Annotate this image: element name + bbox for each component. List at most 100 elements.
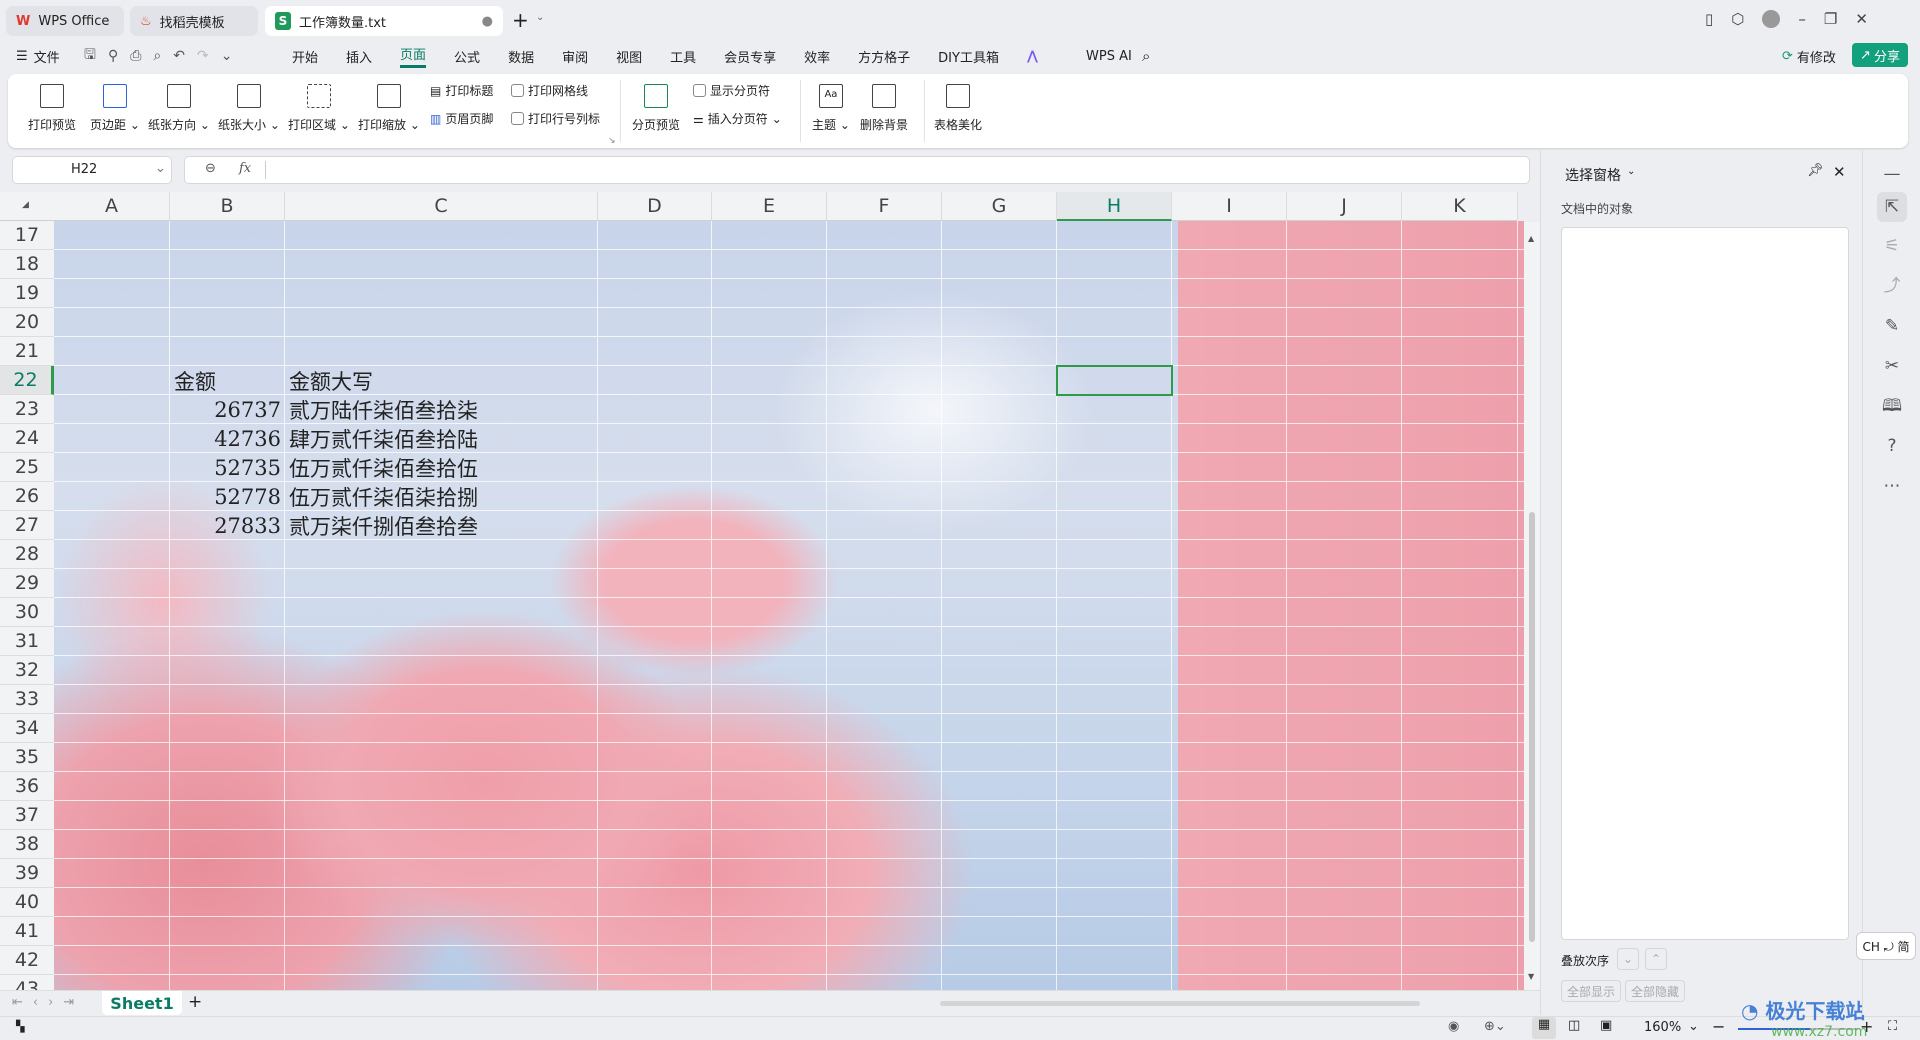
undo-icon[interactable]: ↶ <box>173 48 185 64</box>
row-header-31[interactable]: 31 <box>0 627 54 656</box>
menu-member[interactable]: 会员专享 <box>724 47 776 66</box>
scrollbar-thumb[interactable] <box>1529 512 1535 942</box>
menu-review[interactable]: 审阅 <box>562 47 588 66</box>
file-menu[interactable]: ☰ 文件 <box>16 44 60 68</box>
move-up-button[interactable]: ⌃ <box>1645 948 1667 970</box>
tools-icon[interactable]: ✂ <box>1880 354 1904 378</box>
row-header-26[interactable]: 26 <box>0 482 54 511</box>
menu-view[interactable]: 视图 <box>616 47 642 66</box>
print-gridlines-checkbox[interactable]: 打印网格线 <box>511 82 588 99</box>
wps-ai-button[interactable]: WPS AI <box>1086 44 1132 68</box>
row-header-29[interactable]: 29 <box>0 569 54 598</box>
column-header-K[interactable]: K <box>1402 192 1518 221</box>
row-header-43[interactable]: 43 <box>0 975 54 990</box>
row-header-34[interactable]: 34 <box>0 714 54 743</box>
search-icon[interactable]: ⌕ <box>1142 44 1150 68</box>
column-header-E[interactable]: E <box>712 192 827 221</box>
column-header-D[interactable]: D <box>598 192 712 221</box>
row-header-39[interactable]: 39 <box>0 859 54 888</box>
cell-B24[interactable]: 42736 <box>174 424 281 453</box>
dialog-launcher-icon[interactable]: ↘ <box>608 136 616 146</box>
row-header-36[interactable]: 36 <box>0 772 54 801</box>
menu-formula[interactable]: 公式 <box>454 47 480 66</box>
row-header-22[interactable]: 22 <box>0 366 54 395</box>
row-header-42[interactable]: 42 <box>0 946 54 975</box>
row-header-33[interactable]: 33 <box>0 685 54 714</box>
vertical-scrollbar[interactable]: ▲ ▼ <box>1524 222 1540 990</box>
chevron-down-icon[interactable]: ⌄ <box>1627 166 1635 177</box>
row-header-40[interactable]: 40 <box>0 888 54 917</box>
cell-B27[interactable]: 27833 <box>174 511 281 540</box>
tab-dropdown-icon[interactable]: ⌄ <box>536 12 544 23</box>
row-header-30[interactable]: 30 <box>0 598 54 627</box>
column-header-F[interactable]: F <box>827 192 942 221</box>
page-break-view-icon[interactable]: ▣ <box>1600 1018 1612 1033</box>
print-icon[interactable]: ⎙ <box>130 48 141 64</box>
menu-insert[interactable]: 插入 <box>346 47 372 66</box>
row-header-24[interactable]: 24 <box>0 424 54 453</box>
print-titles-button[interactable]: ▤ 打印标题 <box>430 82 493 99</box>
print-area-button[interactable]: 打印区域 ⌄ <box>288 84 350 133</box>
add-sheet-button[interactable]: + <box>188 992 202 1012</box>
style-icon[interactable]: ✎ <box>1880 314 1904 338</box>
row-header-19[interactable]: 19 <box>0 279 54 308</box>
cell-C27[interactable]: 贰万柒仟捌佰叁拾叁 <box>289 511 594 540</box>
select-pointer-icon[interactable]: ⇱ <box>1877 192 1907 222</box>
tab-wps-office[interactable]: W WPS Office <box>6 6 124 36</box>
cell-C25[interactable]: 伍万贰仟柒佰叁拾伍 <box>289 453 594 482</box>
share-button[interactable]: ↗ 分享 <box>1852 43 1908 67</box>
fx-icon[interactable]: fx <box>239 161 251 176</box>
print-preview-button[interactable]: 打印预览 <box>28 84 76 133</box>
move-down-button[interactable]: ⌄ <box>1617 948 1639 970</box>
redo-icon[interactable]: ↷ <box>197 48 209 64</box>
zoom-out-button[interactable]: − <box>1712 1017 1725 1036</box>
theme-button[interactable]: Aa 主题 ⌄ <box>812 84 850 133</box>
cell-C26[interactable]: 伍万贰仟柒佰柒拾捌 <box>289 482 594 511</box>
delete-background-button[interactable]: 删除背景 <box>860 84 908 133</box>
normal-view-icon[interactable]: ▦ <box>1532 1017 1556 1039</box>
hide-all-button[interactable]: 全部隐藏 <box>1625 980 1685 1002</box>
sheet-tab-sheet1[interactable]: Sheet1 <box>102 991 182 1015</box>
zoom-formula-icon[interactable]: ⊖ <box>205 161 216 176</box>
tab-docer[interactable]: ♨ 找稻壳模板 <box>130 6 258 36</box>
save-icon[interactable]: 🖫 <box>84 44 96 68</box>
formula-input[interactable]: ⊖ fx <box>184 156 1530 184</box>
column-header-B[interactable]: B <box>170 192 285 221</box>
column-header-J[interactable]: J <box>1287 192 1402 221</box>
modified-button[interactable]: ⟳ 有修改 <box>1782 44 1836 68</box>
avatar[interactable] <box>1762 10 1781 28</box>
cube-icon[interactable]: ⬡ <box>1731 10 1744 28</box>
cell-B26[interactable]: 52778 <box>174 482 281 511</box>
cell-B23[interactable]: 26737 <box>174 395 281 424</box>
column-header-I[interactable]: I <box>1172 192 1287 221</box>
objects-list[interactable] <box>1561 227 1849 940</box>
minimize-button[interactable]: – <box>1798 10 1806 28</box>
column-header-C[interactable]: C <box>285 192 598 221</box>
restore-button[interactable]: ❐ <box>1824 10 1837 28</box>
more-icon[interactable]: ⋯ <box>1880 474 1904 498</box>
close-button[interactable]: ✕ <box>1855 10 1868 28</box>
header-footer-button[interactable]: ▥ 页眉页脚 <box>430 110 493 127</box>
crop-icon[interactable]: ⤴ <box>1880 274 1904 298</box>
view-settings-icon[interactable]: ⊕⌄ <box>1484 1019 1506 1034</box>
row-header-37[interactable]: 37 <box>0 801 54 830</box>
eye-protection-icon[interactable]: ◉ <box>1448 1019 1459 1034</box>
column-header-A[interactable]: A <box>54 192 170 221</box>
fullscreen-icon[interactable]: ⛶ <box>1888 1019 1897 1034</box>
sheet-nav-icons[interactable]: ⇤‹›⇥ <box>12 995 84 1010</box>
spreadsheet-grid[interactable]: ◢ A B C D E F G H I J K 17 18 19 20 21 22 23 24 25 26 27 28 29 3… <box>0 192 1540 990</box>
print-preview-icon[interactable]: ⌕ <box>153 48 161 64</box>
macro-icon[interactable]: ▚ <box>16 1020 24 1033</box>
tab-workbook[interactable]: S 工作簿数量.txt ● <box>265 6 503 36</box>
selected-cell-H22[interactable] <box>1056 365 1173 396</box>
show-page-breaks-checkbox[interactable]: 显示分页符 <box>693 82 770 99</box>
row-header-32[interactable]: 32 <box>0 656 54 685</box>
book-search-icon[interactable]: 🕮︎ <box>1880 394 1904 418</box>
ime-indicator[interactable]: CH ⤾ 简 <box>1856 932 1916 960</box>
row-header-28[interactable]: 28 <box>0 540 54 569</box>
menu-data[interactable]: 数据 <box>508 47 534 66</box>
paper-size-button[interactable]: 纸张大小 ⌄ <box>218 84 280 133</box>
name-box[interactable]: H22 ⌄ <box>12 156 172 184</box>
row-header-23[interactable]: 23 <box>0 395 54 424</box>
collapse-icon[interactable]: — <box>1880 162 1904 186</box>
